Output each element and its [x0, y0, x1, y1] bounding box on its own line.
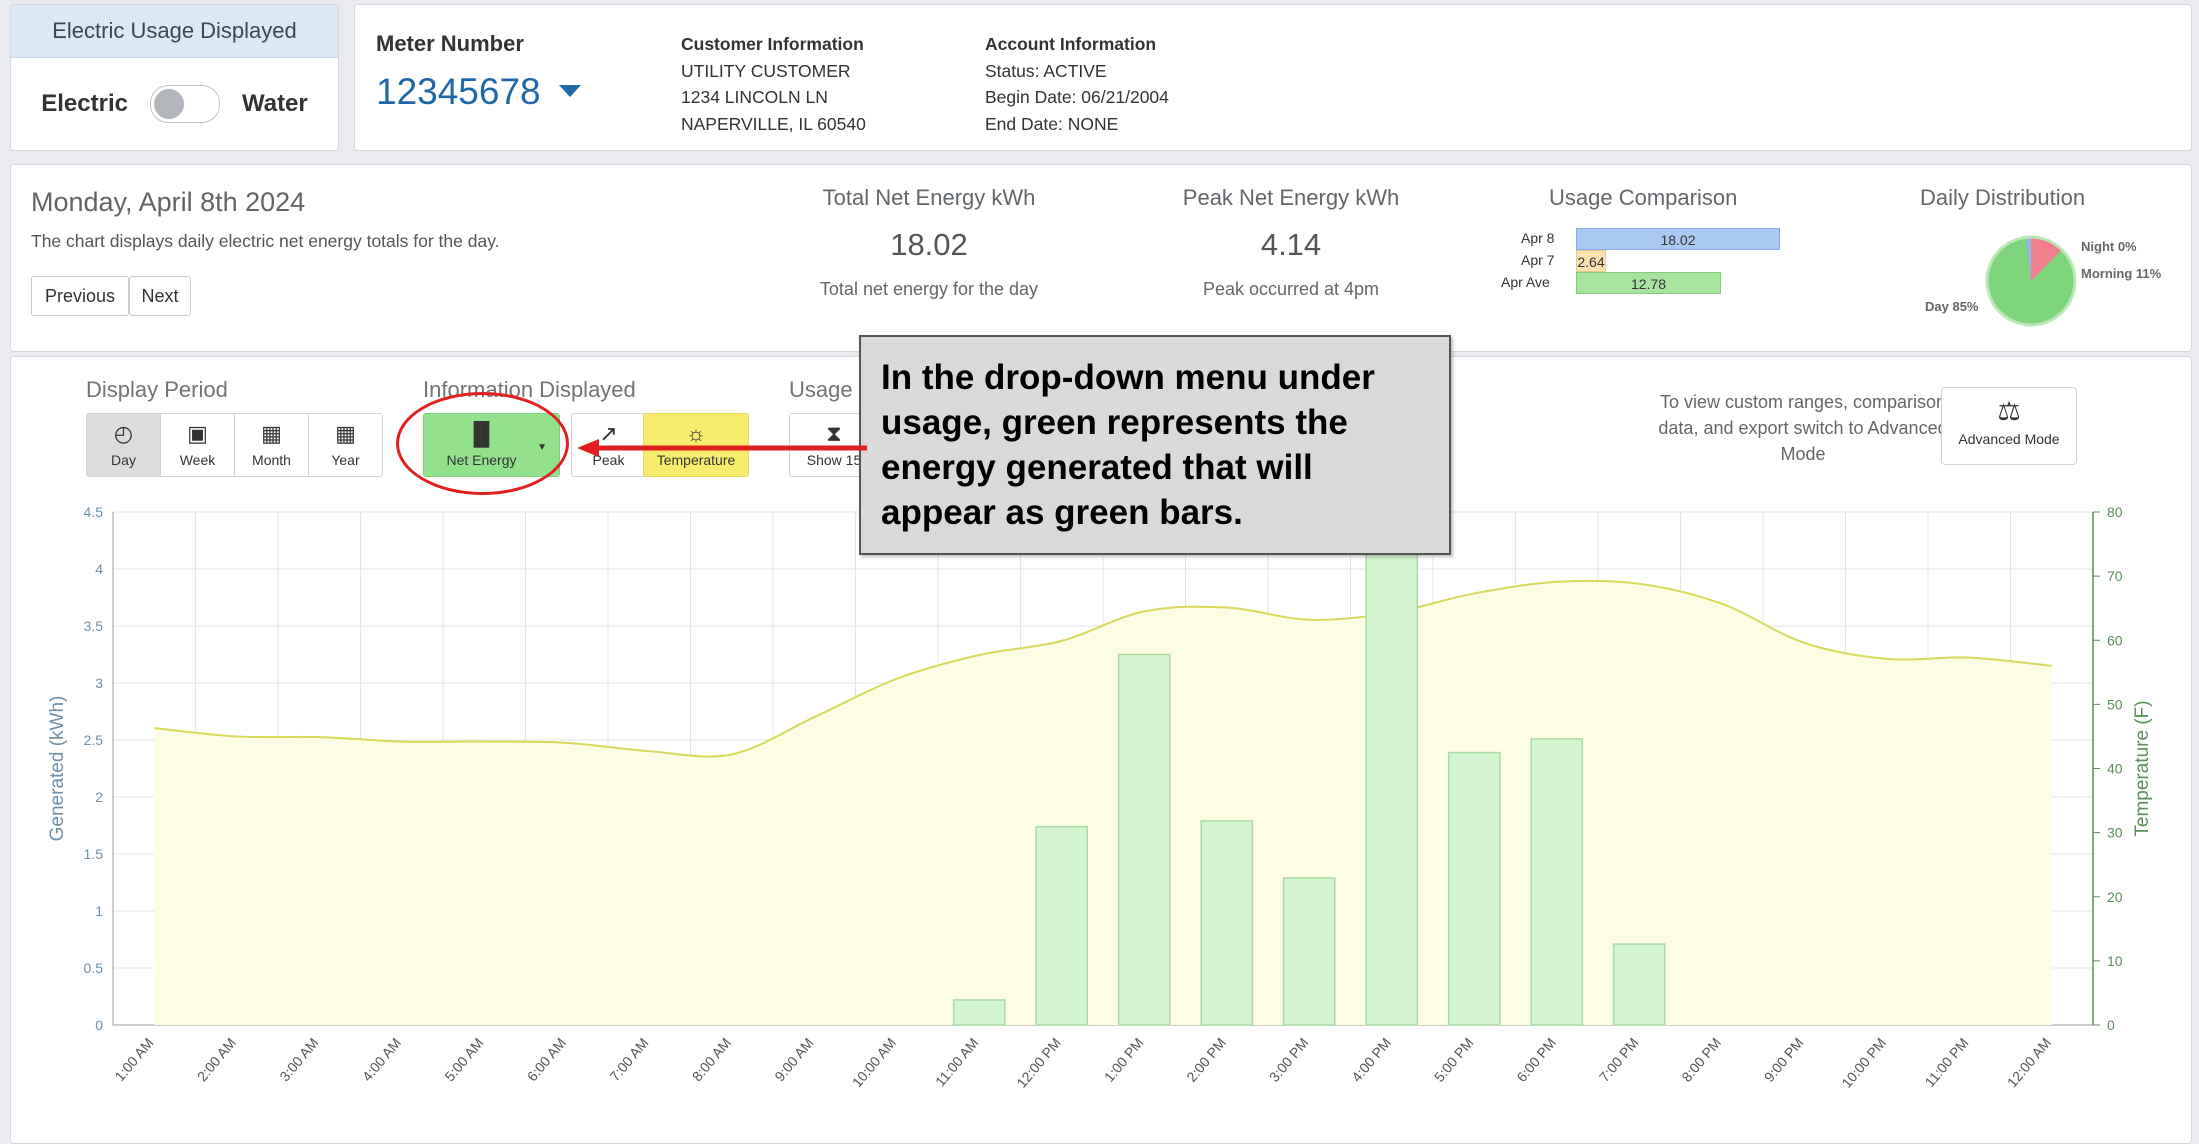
y-tick-label: 1	[95, 903, 103, 919]
x-tick-label: 2:00 PM	[1183, 1035, 1229, 1085]
y-tick-label: 0	[95, 1017, 103, 1033]
x-tick-label: 6:00 AM	[524, 1035, 569, 1085]
y-tick-label: 3.5	[84, 618, 104, 634]
y2-tick-label: 50	[2107, 696, 2123, 712]
y-tick-label: 2	[95, 789, 103, 805]
y-tick-label: 4.5	[84, 504, 104, 520]
x-tick-label: 9:00 PM	[1761, 1035, 1807, 1085]
net-energy-bar	[1530, 738, 1584, 1026]
x-tick-label: 6:00 PM	[1513, 1035, 1559, 1085]
y2-tick-label: 30	[2107, 825, 2123, 841]
net-energy-bar	[1117, 653, 1171, 1026]
x-tick-label: 4:00 PM	[1348, 1035, 1394, 1085]
x-tick-label: 4:00 AM	[359, 1035, 404, 1085]
net-energy-bar	[952, 999, 1006, 1026]
net-energy-bar	[1282, 877, 1336, 1026]
net-energy-bar	[1200, 820, 1254, 1026]
y2-tick-label: 10	[2107, 953, 2123, 969]
y2-tick-label: 40	[2107, 761, 2123, 777]
x-tick-label: 5:00 AM	[441, 1035, 486, 1085]
net-energy-bar	[1035, 825, 1089, 1026]
y-tick-label: 2.5	[84, 732, 104, 748]
net-energy-bar	[1365, 552, 1419, 1026]
y-tick-label: 0.5	[84, 960, 104, 976]
y2-tick-label: 20	[2107, 889, 2123, 905]
y2-tick-label: 0	[2107, 1017, 2115, 1033]
y2-tick-label: 80	[2107, 504, 2123, 520]
y2-tick-label: 70	[2107, 568, 2123, 584]
y2-axis-title: Temperature (F)	[2132, 700, 2153, 836]
arrow-head	[577, 439, 599, 457]
x-tick-label: 3:00 AM	[276, 1035, 321, 1085]
net-energy-bar	[1612, 943, 1666, 1026]
y-tick-label: 1.5	[84, 846, 104, 862]
y-axis-title: Generated (kWh)	[47, 696, 68, 842]
y-tick-label: 4	[95, 561, 103, 577]
net-energy-bar	[1447, 751, 1501, 1026]
net-energy-chart: 0 0.5 1 1.5 2 2.5 3 3.5 4 4.5 0 10 20 30 40 50 60 70 80 1:0…	[47, 504, 2153, 1091]
x-tick-label: 12:00 AM	[2004, 1035, 2054, 1091]
y-tick-label: 3	[95, 675, 103, 691]
annotation-highlight-ring	[396, 392, 569, 495]
x-tick-label: 5:00 PM	[1431, 1035, 1477, 1085]
annotation-arrow	[577, 439, 867, 457]
x-tick-label: 10:00 AM	[849, 1035, 899, 1091]
temperature-area	[154, 580, 2052, 1025]
x-tick-label: 9:00 AM	[771, 1035, 816, 1085]
x-tick-label: 2:00 AM	[194, 1035, 239, 1085]
x-tick-label: 7:00 AM	[606, 1035, 651, 1085]
x-tick-label: 8:00 PM	[1678, 1035, 1724, 1085]
x-tick-label: 11:00 PM	[1921, 1035, 1971, 1090]
y2-tick-label: 60	[2107, 632, 2123, 648]
x-tick-label: 1:00 PM	[1101, 1035, 1147, 1085]
x-tick-label: 8:00 AM	[689, 1035, 734, 1085]
x-tick-label: 3:00 PM	[1266, 1035, 1312, 1085]
annotation-callout: In the drop-down menu under usage, green…	[859, 335, 1451, 555]
x-tick-label: 1:00 AM	[111, 1035, 156, 1085]
x-tick-label: 11:00 AM	[932, 1035, 982, 1090]
x-tick-label: 10:00 PM	[1838, 1035, 1889, 1091]
x-tick-label: 12:00 PM	[1013, 1035, 1064, 1091]
x-tick-label: 7:00 PM	[1596, 1035, 1642, 1085]
